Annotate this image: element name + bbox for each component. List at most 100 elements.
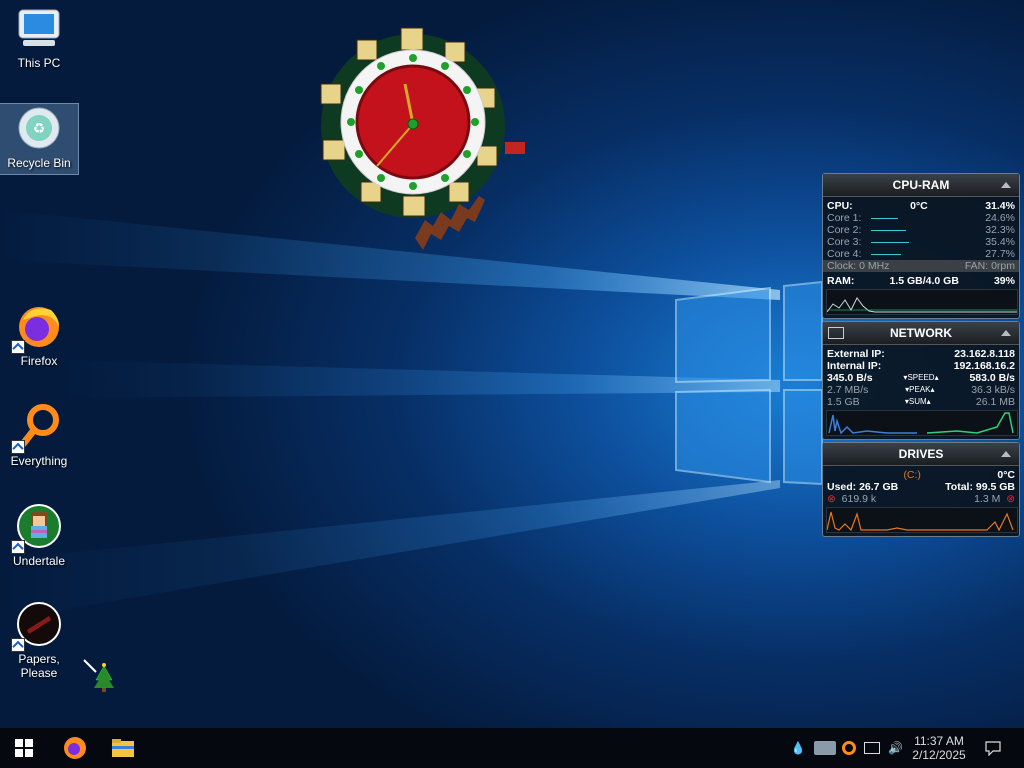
network-icon[interactable] — [864, 742, 880, 754]
peak-label: ▾PEAK▴ — [905, 385, 935, 394]
desktop-icon-recycle-bin[interactable]: ♻ Recycle Bin — [0, 103, 79, 175]
system-clock[interactable]: 11:37 AM 2/12/2025 — [900, 728, 978, 768]
core-row: Core 4: 27.7% — [823, 248, 1019, 260]
desktop-icon-label: Undertale — [12, 554, 66, 568]
firefox-icon — [11, 302, 63, 354]
folder-icon — [112, 739, 134, 757]
core-usage-bar — [871, 248, 979, 260]
clock-time: 11:37 AM — [914, 734, 964, 748]
droplet-icon[interactable]: 💧 — [790, 741, 806, 755]
shortcut-arrow-icon — [11, 340, 25, 354]
cpu-temp: 0°C — [910, 200, 928, 212]
speed-label: ▾SPEED▴ — [903, 373, 939, 382]
recycle-bin-icon: ♻ — [15, 104, 63, 152]
fan-speed: FAN: 0rpm — [964, 260, 1015, 272]
desktop-icon-label: Recycle Bin — [7, 156, 71, 170]
computer-icon — [15, 4, 63, 52]
shortcut-arrow-icon — [11, 540, 25, 554]
desktop-icon-this-pc[interactable]: This PC — [0, 4, 78, 76]
clock-date: 2/12/2025 — [912, 748, 966, 762]
shortcut-arrow-icon — [11, 638, 25, 652]
internal-ip-label: Internal IP: — [827, 360, 882, 372]
sum-label: ▾SUM▴ — [904, 397, 931, 406]
network-monitor-icon — [828, 327, 844, 339]
taskbar-file-explorer-button[interactable] — [100, 728, 146, 768]
undertale-icon — [11, 502, 63, 554]
core-label: Core 2: — [827, 224, 862, 236]
external-ip-label: External IP: — [827, 348, 885, 360]
desktop-icon-firefox[interactable]: Firefox — [0, 302, 78, 372]
everything-tray-icon[interactable] — [842, 741, 856, 755]
upload-peak: 36.3 kB/s — [971, 384, 1015, 396]
collapse-icon[interactable] — [1001, 451, 1011, 457]
cpu-ram-panel: CPU-RAM CPU: 0°C 31.4% Core 1: 24.6% Core … — [822, 173, 1020, 319]
drives-header[interactable]: DRIVES — [823, 443, 1019, 466]
network-panel: NETWORK External IP: 23.162.8.118 Intern… — [822, 321, 1020, 440]
taskbar-firefox-button[interactable] — [52, 728, 98, 768]
tray-app-icon[interactable] — [814, 741, 836, 755]
core-value: 32.3% — [985, 224, 1015, 236]
drive-read: ⊗ 619.9 k — [827, 493, 877, 505]
windows-logo-icon — [15, 739, 33, 757]
download-peak: 2.7 MB/s — [827, 384, 869, 396]
internal-ip-value: 192.168.16.2 — [953, 360, 1015, 372]
core-value: 24.6% — [985, 212, 1015, 224]
cpu-value: 31.4% — [985, 200, 1015, 212]
drive-total: Total: 99.5 GB — [945, 481, 1015, 493]
download-speed: 345.0 B/s — [827, 372, 873, 384]
drive-temp: 0°C — [997, 469, 1015, 481]
core-label: Core 4: — [827, 248, 862, 260]
collapse-icon[interactable] — [1001, 182, 1011, 188]
core-usage-bar — [871, 236, 979, 248]
core-row: Core 2: 32.3% — [823, 224, 1019, 236]
desktop-icon-papers-please[interactable]: Papers, Please — [0, 600, 78, 680]
firefox-icon — [64, 737, 86, 759]
desktop-icon-undertale[interactable]: Undertale — [0, 502, 78, 572]
drive-letter: (C:) — [903, 469, 921, 481]
papers-please-icon — [11, 600, 63, 652]
shortcut-arrow-icon — [11, 440, 25, 454]
desktop-icon-everything[interactable]: Everything — [0, 402, 78, 472]
panel-title: NETWORK — [890, 326, 952, 340]
cpu-ram-header[interactable]: CPU-RAM — [823, 174, 1019, 197]
core-usage-bar — [871, 212, 979, 224]
desktop-icon-label: Everything — [10, 454, 68, 468]
christmas-clock-widget[interactable] — [305, 20, 535, 250]
network-header[interactable]: NETWORK — [823, 322, 1019, 345]
ram-value: 1.5 GB/4.0 GB — [889, 275, 959, 287]
core-value: 27.7% — [985, 248, 1015, 260]
core-value: 35.4% — [985, 236, 1015, 248]
ram-percent: 39% — [993, 275, 1015, 287]
notifications-button[interactable] — [978, 728, 1008, 768]
panel-title: DRIVES — [898, 447, 944, 461]
panel-title: CPU-RAM — [892, 178, 950, 192]
core-label: Core 3: — [827, 236, 862, 248]
drive-used: Used: 26.7 GB — [827, 481, 899, 493]
cpu-label: CPU: — [827, 200, 853, 212]
desktop-icon-label: Firefox — [20, 354, 58, 368]
drive-graph — [826, 507, 1018, 533]
core-row: Core 1: 24.6% — [823, 212, 1019, 224]
drive-write: 1.3 M ⊗ — [974, 493, 1015, 505]
tree-cursor-icon — [83, 659, 114, 692]
collapse-icon[interactable] — [1001, 330, 1011, 336]
core-usage-bar — [871, 224, 979, 236]
desktop-icon-label: Papers, Please — [18, 652, 60, 680]
ram-label: RAM: — [827, 275, 855, 287]
start-button[interactable] — [0, 728, 48, 768]
network-graph — [826, 410, 1018, 436]
svg-text:♻: ♻ — [33, 121, 46, 137]
drives-panel: DRIVES (C:) 0°C Used: 26.7 GB Total: 99.… — [822, 442, 1020, 537]
desktop-icon-label: This PC — [17, 56, 61, 70]
external-ip-value: 23.162.8.118 — [954, 348, 1015, 360]
upload-sum: 26.1 MB — [975, 396, 1015, 408]
upload-speed: 583.0 B/s — [969, 372, 1015, 384]
system-monitor-widget: CPU-RAM CPU: 0°C 31.4% Core 1: 24.6% Core … — [822, 173, 1020, 539]
core-row: Core 3: 35.4% — [823, 236, 1019, 248]
core-label: Core 1: — [827, 212, 862, 224]
download-sum: 1.5 GB — [827, 396, 860, 408]
cpu-graph — [826, 289, 1018, 315]
taskbar: 💧 🔊 11:37 AM 2/12/2025 — [0, 728, 1024, 768]
clock-speed: Clock: 0 MHz — [827, 260, 890, 272]
everything-search-icon — [11, 402, 63, 454]
